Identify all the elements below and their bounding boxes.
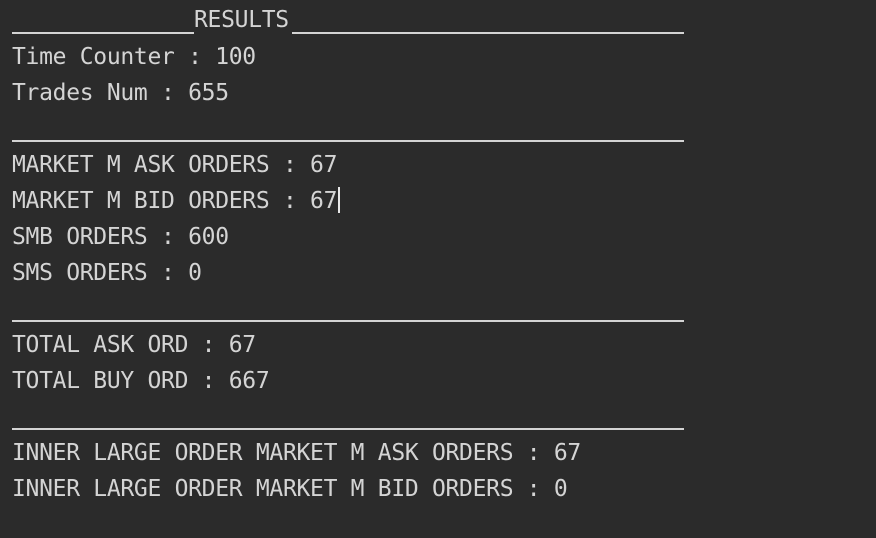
inner-large-ask-orders-line: INNER LARGE ORDER MARKET M ASK ORDERS : … [12, 440, 581, 466]
results-title: RESULTS [194, 7, 289, 33]
header-rule-left [12, 32, 194, 34]
total-ask-ord-line: TOTAL ASK ORD : 67 [12, 332, 256, 358]
time-counter-line: Time Counter : 100 [12, 44, 256, 70]
sms-orders-line: SMS ORDERS : 0 [12, 260, 202, 286]
smb-orders-line: SMB ORDERS : 600 [12, 224, 229, 250]
separator-3 [12, 428, 684, 430]
text-cursor [338, 186, 341, 213]
separator-2 [12, 320, 684, 322]
market-bid-orders-row: MARKET M BID ORDERS : 67 [12, 183, 341, 219]
separator-1 [12, 140, 684, 142]
market-bid-orders-line: MARKET M BID ORDERS : 67 [12, 188, 338, 214]
inner-large-bid-orders-line: INNER LARGE ORDER MARKET M BID ORDERS : … [12, 476, 568, 502]
header-rule-right [292, 32, 684, 34]
results-header: RESULTS [12, 2, 684, 38]
trades-num-line: Trades Num : 655 [12, 80, 229, 106]
total-buy-ord-line: TOTAL BUY ORD : 667 [12, 368, 270, 394]
market-ask-orders-line: MARKET M ASK ORDERS : 67 [12, 152, 338, 178]
terminal-output[interactable]: RESULTS Time Counter : 100 Trades Num : … [0, 0, 876, 538]
